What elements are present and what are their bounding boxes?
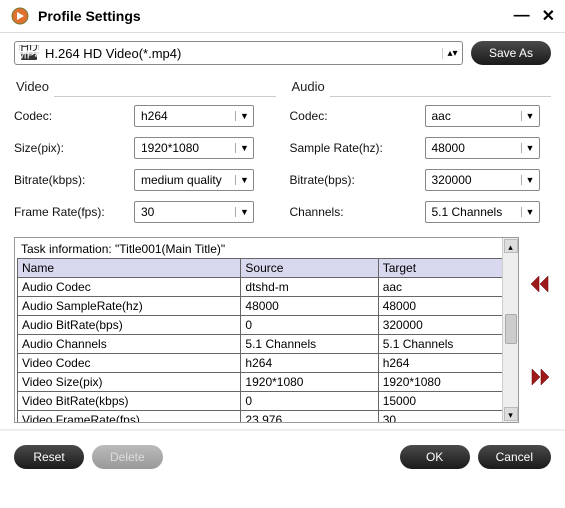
profile-format-icon: HD MP4: [19, 45, 39, 61]
table-row: Video FrameRate(fps)23.97630: [18, 411, 516, 424]
chevron-down-icon: ▼: [235, 207, 253, 217]
delete-button[interactable]: Delete: [92, 445, 163, 469]
chevron-down-icon: ▼: [235, 111, 253, 121]
video-panel-title: Video: [16, 79, 276, 94]
task-caption: Task information: "Title001(Main Title)": [17, 240, 516, 258]
profile-dropdown[interactable]: HD MP4 H.264 HD Video(*.mp4) ▴▾: [14, 41, 463, 65]
table-row: Video Codech264h264: [18, 354, 516, 373]
save-as-button[interactable]: Save As: [471, 41, 551, 65]
chevron-down-icon: ▼: [235, 175, 253, 185]
minimize-button[interactable]: —: [514, 7, 530, 25]
table-row: Audio BitRate(bps)0320000: [18, 316, 516, 335]
video-codec-select[interactable]: h264 ▼: [134, 105, 254, 127]
audio-channels-select[interactable]: 5.1 Channels ▼: [425, 201, 540, 223]
col-target: Target: [378, 259, 515, 278]
scroll-down-icon[interactable]: ▾: [504, 407, 518, 421]
window-title: Profile Settings: [38, 8, 502, 24]
chevron-down-icon: ▼: [521, 207, 539, 217]
chevron-down-icon: ▼: [521, 175, 539, 185]
video-codec-label: Codec:: [14, 109, 134, 123]
chevron-down-icon: ▼: [521, 143, 539, 153]
table-row: Audio Codecdtshd-maac: [18, 278, 516, 297]
video-framerate-label: Frame Rate(fps):: [14, 205, 134, 219]
scrollbar[interactable]: ▴ ▾: [502, 238, 518, 422]
cancel-button[interactable]: Cancel: [478, 445, 551, 469]
app-icon: [10, 6, 30, 26]
table-row: Audio Channels5.1 Channels5.1 Channels: [18, 335, 516, 354]
audio-channels-label: Channels:: [290, 205, 425, 219]
chevron-down-icon: ▼: [521, 111, 539, 121]
audio-codec-label: Codec:: [290, 109, 425, 123]
ok-button[interactable]: OK: [400, 445, 470, 469]
chevron-updown-icon: ▴▾: [442, 48, 458, 59]
task-info-box: Task information: "Title001(Main Title)"…: [14, 237, 519, 423]
table-row: Video Size(pix)1920*10801920*1080: [18, 373, 516, 392]
scroll-thumb[interactable]: [505, 314, 517, 344]
reset-button[interactable]: Reset: [14, 445, 84, 469]
audio-bitrate-select[interactable]: 320000 ▼: [425, 169, 540, 191]
scroll-up-icon[interactable]: ▴: [504, 239, 518, 253]
titlebar: Profile Settings — ✕: [0, 0, 565, 33]
col-name: Name: [18, 259, 241, 278]
table-row: Audio SampleRate(hz)4800048000: [18, 297, 516, 316]
table-row: Video BitRate(kbps)015000: [18, 392, 516, 411]
chevron-down-icon: ▼: [235, 143, 253, 153]
next-task-button[interactable]: [528, 365, 552, 389]
close-button[interactable]: ✕: [542, 6, 555, 26]
video-size-label: Size(pix):: [14, 141, 134, 155]
col-source: Source: [241, 259, 378, 278]
audio-bitrate-label: Bitrate(bps):: [290, 173, 425, 187]
audio-codec-select[interactable]: aac ▼: [425, 105, 540, 127]
svg-text:MP4: MP4: [19, 48, 39, 62]
video-framerate-select[interactable]: 30 ▼: [134, 201, 254, 223]
audio-samplerate-label: Sample Rate(hz):: [290, 141, 425, 155]
video-size-select[interactable]: 1920*1080 ▼: [134, 137, 254, 159]
prev-task-button[interactable]: [528, 272, 552, 296]
video-panel: Video Codec: h264 ▼ Size(pix): 1920*1080…: [14, 73, 276, 233]
audio-samplerate-select[interactable]: 48000 ▼: [425, 137, 540, 159]
video-bitrate-select[interactable]: medium quality ▼: [134, 169, 254, 191]
audio-panel-title: Audio: [292, 79, 552, 94]
profile-text: H.264 HD Video(*.mp4): [45, 46, 442, 61]
video-bitrate-label: Bitrate(kbps):: [14, 173, 134, 187]
audio-panel: Audio Codec: aac ▼ Sample Rate(hz): 4800…: [290, 73, 552, 233]
task-table: Name Source Target Audio Codecdtshd-maac…: [17, 258, 516, 423]
